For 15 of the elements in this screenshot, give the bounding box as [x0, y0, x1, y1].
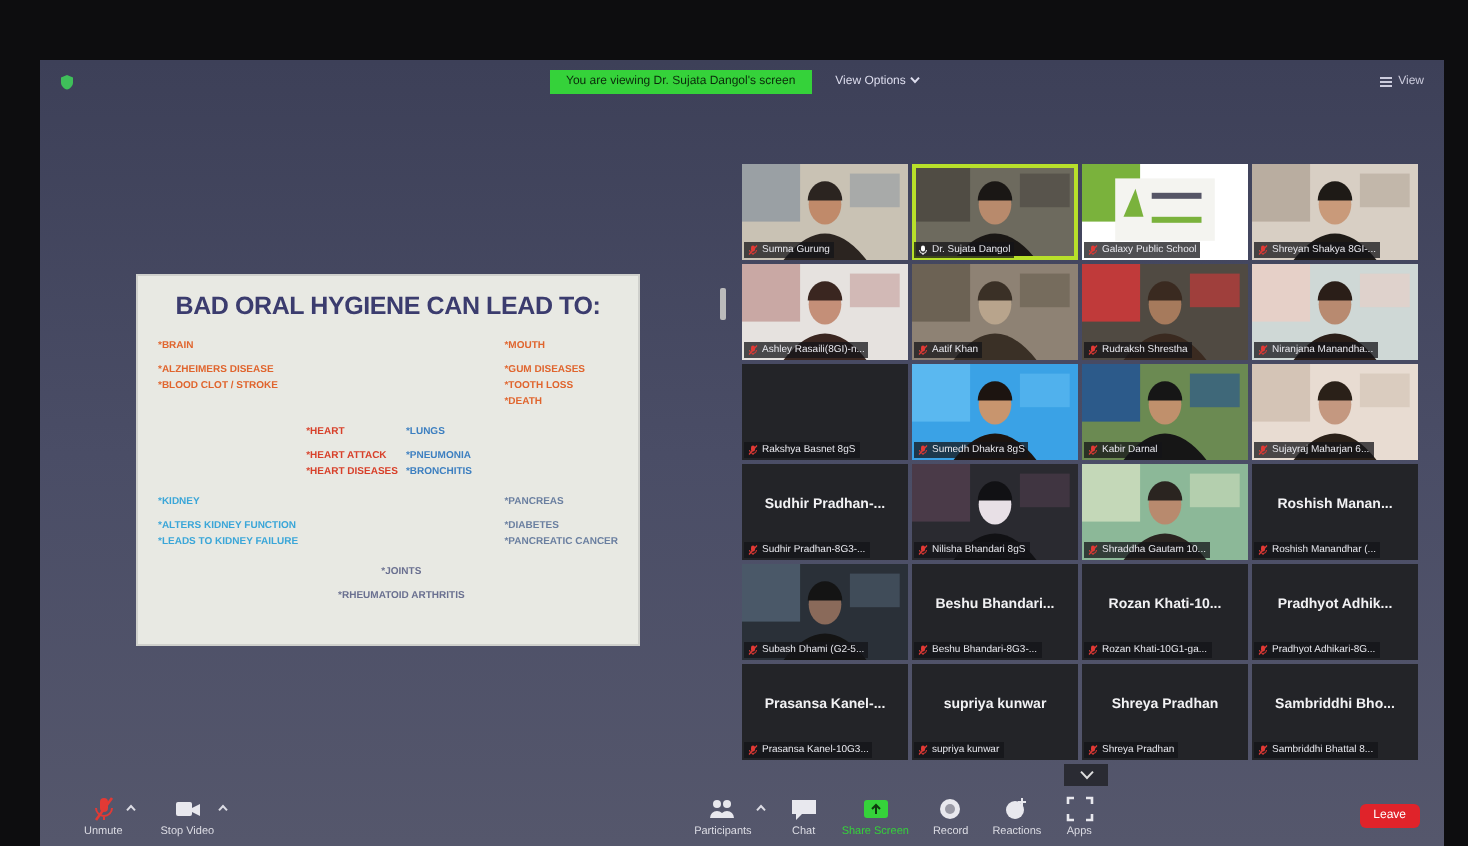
people-icon: [708, 795, 737, 821]
caret-icon[interactable]: [755, 803, 766, 811]
chat-bubble-icon: [789, 795, 818, 821]
shield-icon: [60, 74, 74, 90]
split-handle[interactable]: [720, 288, 726, 320]
chevron-down-icon: [1079, 770, 1093, 780]
share-screen-icon: [861, 795, 890, 821]
apps-icon: [1065, 795, 1094, 821]
caret-icon: [909, 76, 920, 84]
record-icon: [936, 795, 965, 821]
scroll-down-button[interactable]: [1064, 764, 1108, 786]
caret-icon[interactable]: [218, 803, 229, 811]
slide-title: BAD ORAL HYGIENE CAN LEAD TO:: [173, 292, 603, 320]
muted-mic-icon: [89, 795, 118, 821]
caret-icon[interactable]: [126, 803, 137, 811]
